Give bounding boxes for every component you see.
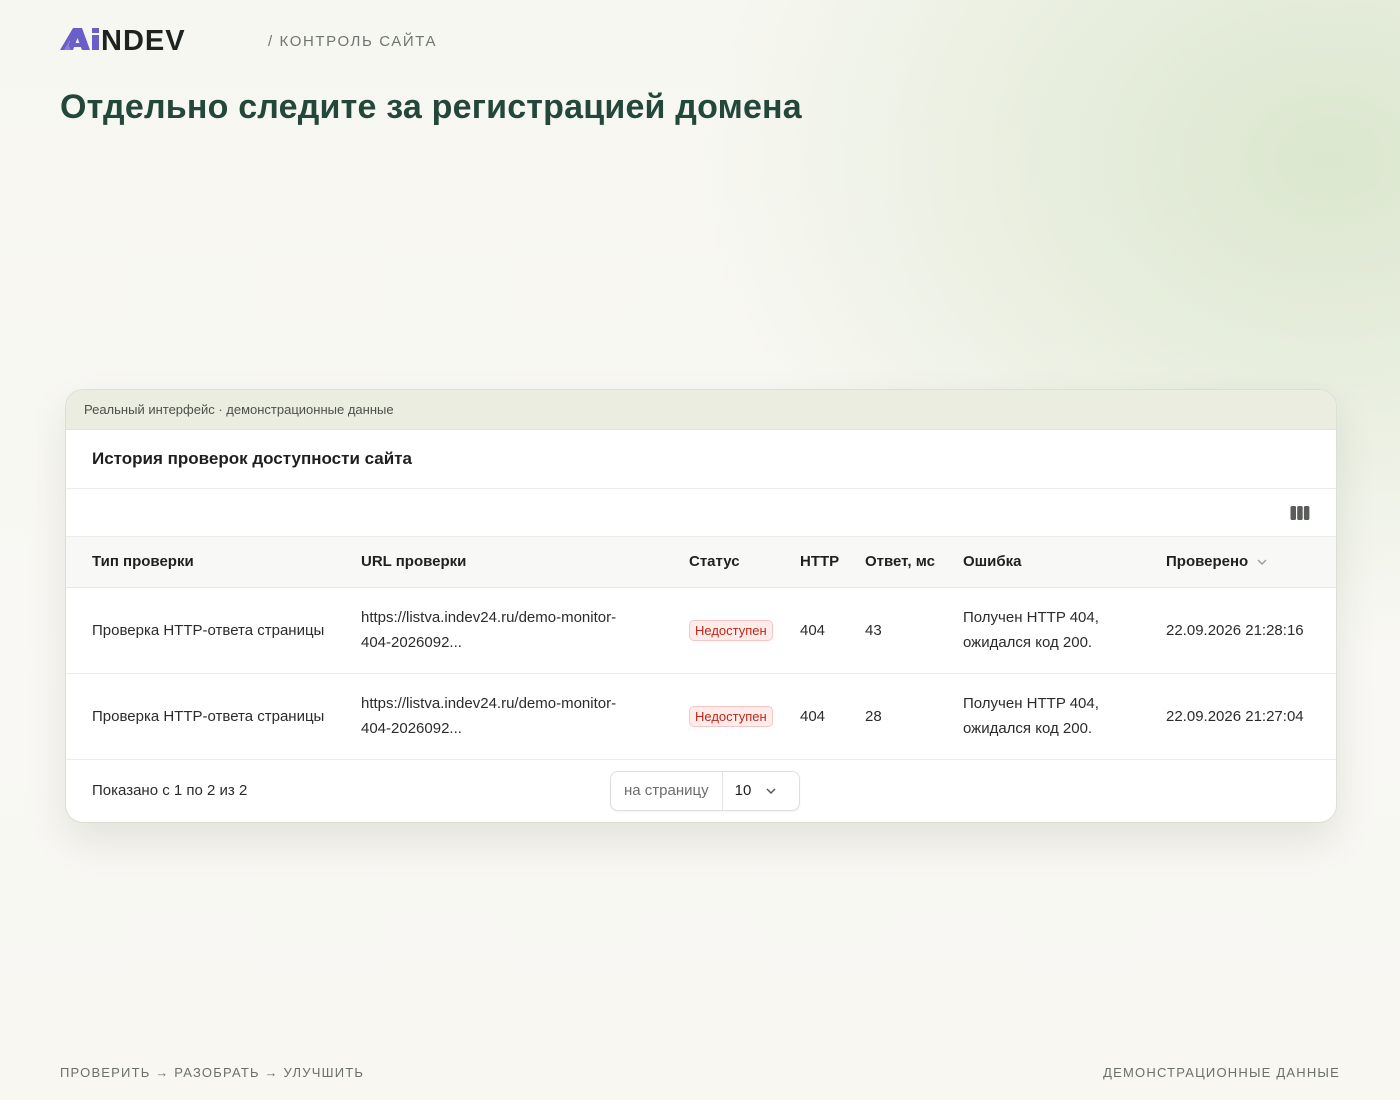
columns-icon [1290, 505, 1310, 520]
cell-checked: 22.09.2026 21:28:16 [1166, 587, 1336, 674]
cell-error-line1: Получен HTTP 404, [963, 609, 1099, 626]
breadcrumb: / КОНТРОЛЬ САЙТА [268, 33, 438, 50]
cell-type: Проверка HTTP-ответа страницы [66, 673, 361, 760]
svg-text:NDEV: NDEV [101, 26, 186, 54]
col-header-checked[interactable]: Проверено [1166, 537, 1336, 588]
panel-header: История проверок доступности сайта [66, 430, 1336, 489]
per-page-value: 10 [734, 782, 752, 799]
demo-card: Реальный интерфейс · демонстрационные да… [65, 389, 1337, 823]
cell-http: 404 [800, 587, 865, 674]
table-toolbar [66, 489, 1336, 537]
cell-url[interactable]: https://listva.indev24.ru/demo-monitor- 4… [361, 673, 689, 760]
cell-response: 28 [865, 673, 963, 760]
cell-url-line1: https://listva.indev24.ru/demo-monitor- [361, 609, 617, 626]
table-row[interactable]: Проверка HTTP-ответа страницы https://li… [66, 587, 1336, 674]
col-header-checked-label: Проверено [1166, 553, 1249, 571]
table-footer: Показано с 1 по 2 из 2 на страницу 10 [66, 760, 1336, 821]
pagination-summary: Показано с 1 по 2 из 2 [92, 781, 248, 799]
table-header-row: Тип проверки URL проверки Статус HTTP От… [66, 537, 1336, 588]
panel-title: История проверок доступности сайта [92, 449, 412, 468]
cell-error-line2: ожидался код 200. [963, 634, 1093, 651]
col-header-response[interactable]: Ответ, мс [865, 537, 963, 588]
aindev-logo: NDEV [60, 26, 186, 54]
col-header-status[interactable]: Статус [689, 537, 800, 588]
chevron-down-icon [766, 787, 776, 794]
cell-url-line2: 404-2026092... [361, 720, 462, 737]
cell-url-line1: https://listva.indev24.ru/demo-monitor- [361, 695, 617, 712]
cell-status: Недоступен [689, 673, 800, 760]
per-page-label: на страницу [611, 771, 723, 810]
cell-http: 404 [800, 673, 865, 760]
cell-error: Получен HTTP 404, ожидался код 200. [963, 673, 1166, 760]
cell-url[interactable]: https://listva.indev24.ru/demo-monitor- 4… [361, 587, 689, 674]
demo-data-label: ДЕМОНСТРАЦИОННЫЕ ДАННЫЕ [1103, 1065, 1340, 1080]
col-header-type[interactable]: Тип проверки [66, 537, 361, 588]
status-badge: Недоступен [689, 619, 773, 641]
col-header-error[interactable]: Ошибка [963, 537, 1166, 588]
per-page-control: на страницу 10 [610, 770, 800, 811]
page-title: Отдельно следите за регистрацией домена [60, 88, 802, 126]
col-header-http[interactable]: HTTP [800, 537, 865, 588]
cell-checked: 22.09.2026 21:27:04 [1166, 673, 1336, 760]
cell-error-line2: ожидался код 200. [963, 720, 1093, 737]
cell-response: 43 [865, 587, 963, 674]
columns-toggle-button[interactable] [1288, 501, 1312, 525]
cell-status: Недоступен [689, 587, 800, 674]
col-header-url[interactable]: URL проверки [361, 537, 689, 588]
cell-url-line2: 404-2026092... [361, 634, 462, 651]
table-row[interactable]: Проверка HTTP-ответа страницы https://li… [66, 673, 1336, 760]
process-steps: ПРОВЕРИТЬ → РАЗОБРАТЬ → УЛУЧШИТЬ [60, 1065, 365, 1080]
status-badge: Недоступен [689, 705, 773, 727]
cell-error-line1: Получен HTTP 404, [963, 695, 1099, 712]
checks-table: Тип проверки URL проверки Статус HTTP От… [66, 537, 1336, 760]
chevron-down-icon[interactable] [1256, 558, 1268, 566]
per-page-select[interactable]: 10 [723, 772, 799, 810]
cell-type: Проверка HTTP-ответа страницы [66, 587, 361, 674]
cell-error: Получен HTTP 404, ожидался код 200. [963, 587, 1166, 674]
card-caption: Реальный интерфейс · демонстрационные да… [66, 390, 1336, 430]
